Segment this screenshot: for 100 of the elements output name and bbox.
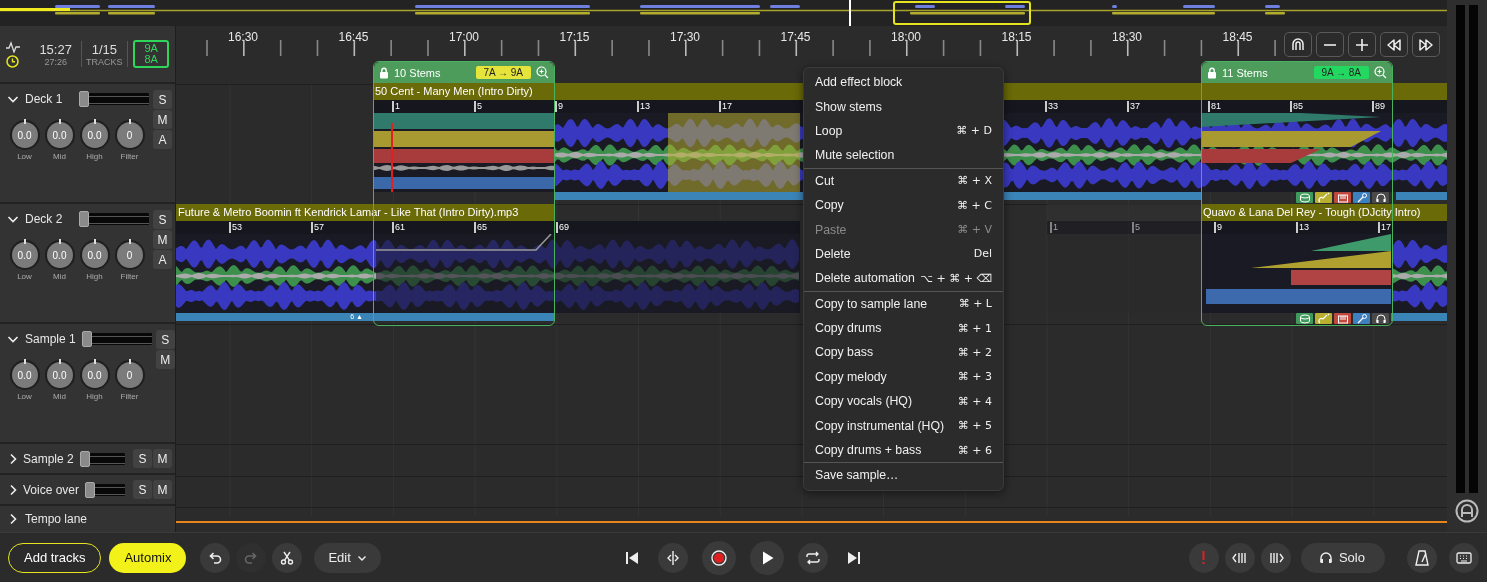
lane-toggle-button[interactable]: S [155,330,175,349]
zoom-out-button[interactable] [1316,32,1344,57]
stem-toggle[interactable] [1334,192,1351,203]
snap-button[interactable] [1284,32,1312,57]
menu-item[interactable]: Copy bass ⌘ + 2 [804,340,1003,365]
metronome-button[interactable] [1407,542,1437,573]
solo-button[interactable]: Solo [1300,542,1385,573]
menu-item[interactable]: Cut ⌘ + X [804,168,1003,193]
menu-item[interactable]: Copy melody ⌘ + 3 [804,364,1003,390]
lane-toggle-button[interactable]: M [153,110,172,129]
eq-knob[interactable]: 0.0 [81,242,108,268]
eq-knob[interactable]: 0.0 [46,362,73,388]
lane-toggle-button[interactable]: S [133,480,152,499]
keyboard-shortcut: ⌘ + 1 [957,321,992,335]
waveform-drawing[interactable] [176,234,800,313]
volume-slider[interactable] [81,333,152,345]
stem-toggle[interactable] [1372,313,1389,324]
menu-item-label: Save sample… [815,468,899,483]
play-button[interactable] [750,540,785,575]
volume-slider[interactable] [79,93,149,105]
zoom-in-icon[interactable] [1374,66,1387,79]
zoom-in-button[interactable] [1348,32,1376,57]
add-tracks-button[interactable]: Add tracks [8,542,102,573]
cut-button[interactable] [272,542,303,573]
time-label: 18:45 [1222,30,1253,44]
eq-knob[interactable]: 0 [116,122,143,148]
menu-item[interactable]: Copy ⌘ + C [804,192,1003,218]
automix-button[interactable]: Automix [109,542,187,573]
keyboard-shortcut: ⌥ + ⌘ + ⌫ [920,271,992,285]
time-label: 16:30 [228,30,258,44]
beat-number: 5 [1132,222,1140,233]
overview-drawing[interactable] [0,0,1447,26]
lane-name: Tempo lane [25,512,88,526]
stem-toggle[interactable] [1353,192,1370,203]
slider-thumb[interactable] [79,450,90,467]
nudge-left-button[interactable] [1224,542,1255,573]
slider-thumb[interactable] [79,211,89,227]
stem-block-header[interactable]: 11 Stems 9A → 8A [1202,62,1392,83]
eq-knob[interactable]: 0.0 [46,122,73,148]
lane-toggle-button[interactable]: S [153,90,172,109]
stem-toggle[interactable] [1334,313,1351,324]
stem-toggle[interactable] [1296,192,1313,203]
eq-knob[interactable]: 0.0 [11,362,38,388]
key-change-badge: 9A → 8A [1313,66,1369,79]
slider-thumb[interactable] [85,481,96,498]
record-button[interactable] [702,540,737,575]
keyboard-button[interactable] [1449,542,1479,573]
undo-button[interactable] [200,542,231,573]
clip-title[interactable]: Quavo & Lana Del Rey - Tough (DJcity Intro) [1201,204,1447,221]
fast-forward-button[interactable] [1412,32,1440,57]
waveform-drawing[interactable] [1201,234,1447,313]
stem-block-header[interactable]: 10 Stems 7A → 9A [374,62,554,83]
volume-slider[interactable] [85,483,125,496]
lane-toggle-button[interactable]: A [153,130,172,149]
loop-button[interactable] [798,542,829,573]
eq-knob[interactable]: 0 [116,362,143,388]
lane-toggle-button[interactable]: S [153,210,172,229]
time-label: 16:45 [338,30,369,44]
menu-item[interactable]: Delete automation ⌥ + ⌘ + ⌫ [804,266,1003,291]
menu-item[interactable]: Copy instrumental (HQ) ⌘ + 5 [804,413,1003,438]
keyboard-shortcut: ⌘ + D [956,124,992,138]
lane-toggle-button[interactable]: M [153,230,172,249]
lane-toggle-button[interactable]: S [133,449,152,468]
lane-toggle-button[interactable]: A [153,250,172,269]
keyboard-shortcut: ⌘ + 5 [957,419,992,433]
logo-icon [1455,499,1479,523]
stem-toggle[interactable] [1372,192,1389,203]
clip-title[interactable]: Future & Metro Boomin ft Kendrick Lamar - Like That (Intro Dirty).mp3 [176,204,555,221]
lane-toggle-button[interactable]: M [153,480,172,499]
headphones-icon [1374,191,1387,204]
volume-slider[interactable] [79,213,149,225]
edit-dropdown[interactable]: Edit [314,542,381,573]
stem-toggle[interactable] [1296,313,1313,324]
nudge-right-button[interactable] [1260,542,1291,573]
rewind-button[interactable] [1380,32,1408,57]
stem-toggle[interactable] [1353,313,1370,324]
clip-header-bar[interactable] [1047,204,1201,221]
menu-item[interactable]: Copy drums ⌘ + 1 [804,315,1003,341]
menu-item[interactable]: Save sample… [804,463,1003,488]
marker-button[interactable] [1188,542,1219,573]
eq-knob[interactable]: 0.0 [11,242,38,268]
lane-toggle-button[interactable]: M [153,449,172,468]
eq-knob[interactable]: 0.0 [11,122,38,148]
eq-knob[interactable]: 0.0 [81,122,108,148]
slider-thumb[interactable] [79,91,89,107]
eq-knob[interactable]: 0.0 [81,362,108,388]
menu-item[interactable]: Copy to sample lane ⌘ + L [804,291,1003,316]
menu-item-label: Copy [815,198,844,213]
lane-toggle-button[interactable]: M [155,350,175,369]
slider-thumb[interactable] [81,331,92,347]
eq-knob[interactable]: 0 [116,242,143,268]
waveform-drawing[interactable] [1201,113,1447,192]
split-button[interactable] [658,542,689,573]
menu-item[interactable]: Copy drums + bass ⌘ + 6 [804,437,1003,463]
menu-item[interactable]: Delete Del [804,241,1003,267]
volume-slider[interactable] [79,452,125,465]
menu-item[interactable]: Copy vocals (HQ) ⌘ + 4 [804,389,1003,414]
eq-knob[interactable]: 0.0 [46,242,73,268]
zoom-in-icon[interactable] [536,66,549,79]
clip-header-bar[interactable] [1201,83,1447,100]
